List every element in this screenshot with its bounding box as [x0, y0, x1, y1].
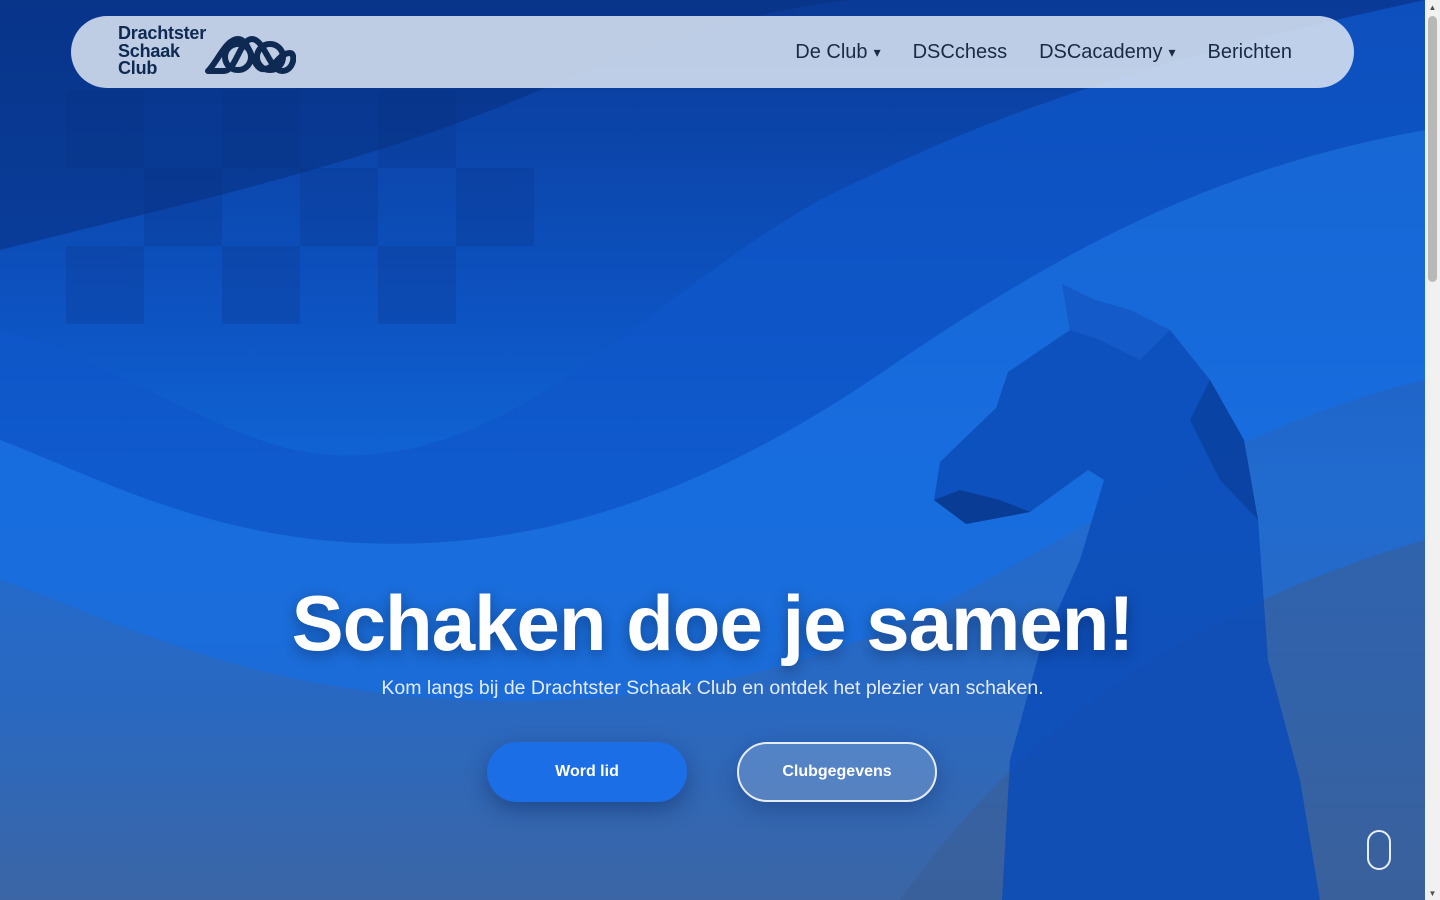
hero-headline: Schaken doe je samen! — [291, 579, 1135, 667]
navbar: Drachtster Schaak Club De Club ▾ DSCches… — [71, 16, 1354, 88]
nav-item-dscacademy[interactable]: DSCacademy ▾ — [1039, 41, 1175, 64]
scrollbar-thumb[interactable] — [1428, 16, 1437, 282]
nav-item-de-club[interactable]: De Club ▾ — [795, 41, 880, 64]
logo-line-3: Club — [118, 58, 158, 78]
page-scrollbar[interactable]: ▲ ▼ — [1425, 0, 1440, 900]
hero-background — [0, 0, 1425, 900]
club-info-button[interactable]: Clubgegevens — [737, 742, 937, 802]
nav-item-berichten[interactable]: Berichten — [1208, 41, 1293, 64]
nav-item-label: Berichten — [1207, 40, 1293, 63]
hero-section: Schaken doe je samen! Kom langs bij de D… — [0, 0, 1425, 900]
mouse-scroll-icon[interactable] — [1367, 830, 1391, 870]
nav-item-label: DSCacademy — [1039, 40, 1163, 63]
nav-item-label: De Club — [795, 40, 868, 63]
logo-line-1: Drachtster — [118, 23, 207, 43]
join-button[interactable]: Word lid — [487, 742, 687, 802]
nav-item-dscchess[interactable]: DSCchess — [913, 41, 1007, 64]
scroll-down-icon[interactable]: ▼ — [1425, 886, 1440, 900]
main-nav: De Club ▾ DSCchess DSCacademy ▾ Berichte… — [795, 16, 1292, 88]
hero-subline: Kom langs bij de Drachtster Schaak Club … — [381, 677, 1044, 699]
scroll-up-icon[interactable]: ▲ — [1425, 0, 1440, 14]
chevron-down-icon: ▾ — [1168, 43, 1176, 60]
nav-item-label: DSCchess — [912, 40, 1008, 63]
dsc-infinity-logo-icon — [205, 36, 296, 74]
site-logo[interactable]: Drachtster Schaak Club — [118, 23, 298, 81]
logo-text: Drachtster Schaak Club — [118, 23, 218, 78]
chevron-down-icon: ▾ — [873, 43, 881, 60]
